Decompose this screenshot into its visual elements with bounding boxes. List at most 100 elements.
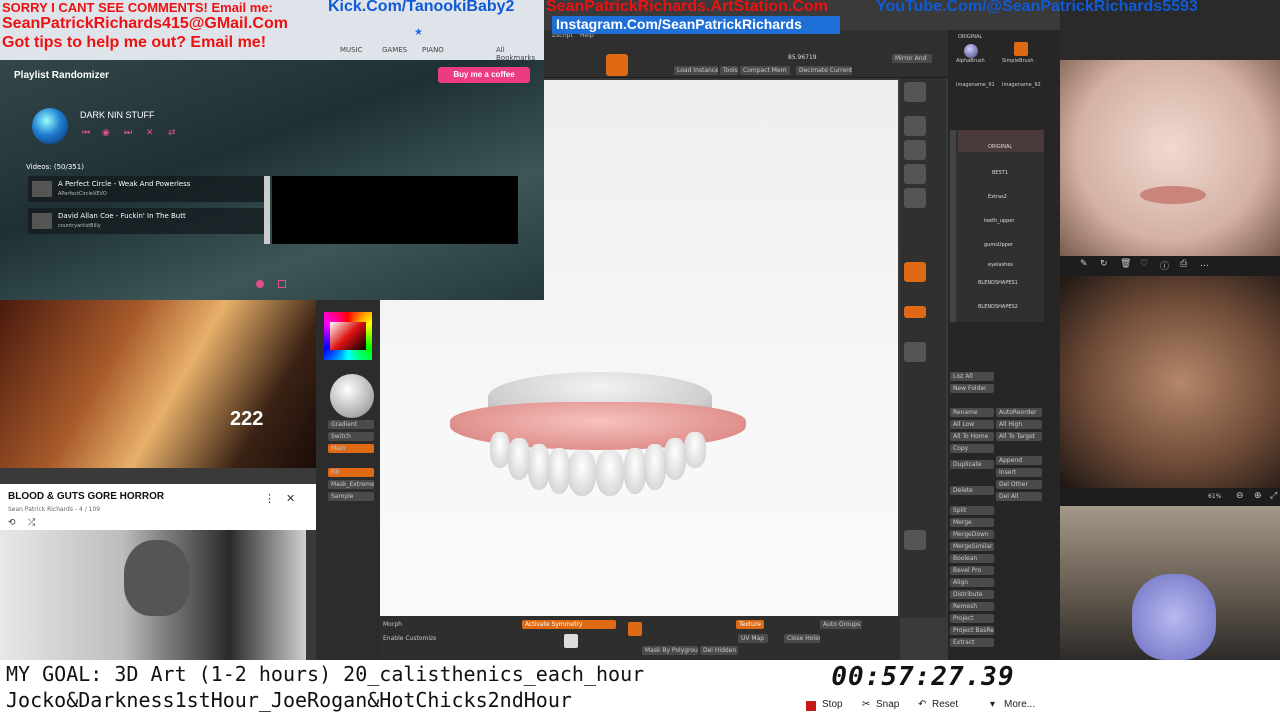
main-button[interactable]: Main	[328, 444, 374, 453]
mask-by-polygroups-button[interactable]: Mask By Polygroups	[642, 646, 698, 655]
project-basrelief-button[interactable]: Project BasRelief	[950, 626, 994, 635]
align-button[interactable]: Align	[950, 578, 994, 587]
bevel-pro-button[interactable]: Bevel Pro	[950, 566, 994, 575]
bpr-icon[interactable]	[904, 82, 926, 102]
bookmark-piano[interactable]: PIANO	[422, 46, 444, 54]
simple-brush-icon[interactable]	[1014, 42, 1028, 56]
split-button[interactable]: Split	[950, 506, 994, 515]
all-high-button[interactable]: All High	[996, 420, 1042, 429]
info-icon[interactable]: ⓘ	[1160, 259, 1169, 272]
load-instance-button[interactable]: Load Instance	[674, 66, 718, 75]
page-dot-active[interactable]	[256, 280, 264, 288]
duplicate-button[interactable]: Duplicate	[950, 460, 994, 469]
mask-extreme-button[interactable]: Mask_Extreme	[328, 480, 374, 489]
sample-button[interactable]: Sample	[328, 492, 374, 501]
activate-symmetry-button[interactable]: Activate Symmetry	[522, 620, 616, 629]
more-icon[interactable]: …	[1200, 259, 1209, 269]
bookmark-games[interactable]: GAMES	[382, 46, 407, 54]
scroll-icon[interactable]	[904, 116, 926, 136]
frame-icon[interactable]	[904, 262, 926, 282]
merge-similar-button[interactable]: MergeSimilar	[950, 542, 994, 551]
compact-mem-button[interactable]: Compact Mem	[740, 66, 790, 75]
heart-icon[interactable]: ♡	[1140, 259, 1148, 269]
delete-icon[interactable]: 🗑	[1120, 259, 1131, 269]
active-brush-icon[interactable]	[606, 54, 628, 76]
list-item[interactable]: A Perfect Circle - Weak And Powerless AP…	[28, 176, 264, 202]
list-item[interactable]: David Allan Coe - Fuckin' In The Butt co…	[28, 208, 264, 234]
fullscreen-icon[interactable]: ⤢	[1270, 491, 1277, 501]
append-button[interactable]: Append	[996, 456, 1042, 465]
more-chevron-icon[interactable]: ▾	[990, 699, 995, 715]
loop-icon[interactable]: ⟲	[8, 518, 16, 528]
del-all-button[interactable]: Del All	[996, 492, 1042, 501]
merge-button[interactable]: Merge	[950, 518, 994, 527]
subtool-item[interactable]: BLENDSHAPES1	[958, 280, 1044, 302]
reset-icon[interactable]: ↶	[918, 699, 926, 715]
copy-button[interactable]: Copy	[950, 444, 994, 453]
switch-button[interactable]: Switch	[328, 432, 374, 441]
rename-button[interactable]: Rename	[950, 408, 994, 417]
subtool-item[interactable]: gumsUpper	[958, 232, 1044, 254]
remesh-button[interactable]: Remesh	[950, 602, 994, 611]
zoom-out-icon[interactable]: ⊖	[1236, 491, 1244, 501]
stop-button[interactable]: Stop	[822, 699, 843, 715]
zoom-icon[interactable]	[904, 140, 926, 160]
subtool-scrollbar[interactable]	[950, 130, 956, 322]
boolean-button[interactable]: Boolean	[950, 554, 994, 563]
subtool-item[interactable]: eyelashes	[958, 256, 1044, 278]
edit-icon[interactable]: ✎	[1080, 259, 1088, 269]
next-icon[interactable]: ⏭	[124, 128, 132, 138]
zoom-in-icon[interactable]: ⊕	[1254, 491, 1262, 501]
shuffle-icon[interactable]: ⤮	[28, 518, 35, 528]
buy-coffee-button[interactable]: Buy me a coffee	[438, 67, 530, 83]
page-dot[interactable]	[278, 280, 286, 288]
transp-icon[interactable]	[904, 530, 926, 550]
snap-icon[interactable]: ✂	[862, 699, 870, 715]
uv-map-button[interactable]: UV Map	[738, 634, 768, 643]
repeat-icon[interactable]: ⇄	[168, 128, 176, 138]
merge-down-button[interactable]: MergeDown	[950, 530, 994, 539]
material-sphere-icon[interactable]	[330, 374, 374, 418]
aahalf-icon[interactable]	[904, 188, 926, 208]
all-to-home-button[interactable]: All To Home	[950, 432, 994, 441]
video-player[interactable]	[272, 176, 518, 244]
list-scrollbar[interactable]	[264, 176, 270, 244]
more-button[interactable]: More...	[1004, 699, 1035, 715]
tools-button[interactable]: Tools	[720, 66, 738, 75]
play-icon[interactable]: ◉	[102, 128, 110, 138]
decimate-current-button[interactable]: Decimate Current	[796, 66, 852, 75]
subtool-item[interactable]: Extras2	[958, 184, 1044, 206]
insert-button[interactable]: Insert	[996, 468, 1042, 477]
fill-button[interactable]: Fill	[328, 468, 374, 477]
gradient-button[interactable]: Gradient	[328, 420, 374, 429]
reset-button[interactable]: Reset	[932, 699, 958, 715]
music-video-panel[interactable]: 222	[0, 300, 316, 468]
close-holes-button[interactable]: Close Holes	[784, 634, 820, 643]
all-to-target-button[interactable]: All To Target	[996, 432, 1042, 441]
new-folder-button[interactable]: New Folder	[950, 384, 994, 393]
print-icon[interactable]: ⎙	[1180, 259, 1187, 269]
more-options-icon[interactable]: ⋮	[264, 492, 275, 505]
polyf-icon[interactable]	[904, 342, 926, 362]
subtool-item[interactable]: teeth_upper	[958, 208, 1044, 230]
bookmark-music[interactable]: MUSIC	[340, 46, 363, 54]
project-button[interactable]: Project	[950, 614, 994, 623]
actual-icon[interactable]	[904, 164, 926, 184]
delete-button[interactable]: Delete	[950, 486, 994, 495]
subtool-item[interactable]: BEST1	[958, 160, 1044, 182]
auto-groups-button[interactable]: Auto Groups	[820, 620, 862, 629]
extract-button[interactable]: Extract	[950, 638, 994, 647]
prev-icon[interactable]: ⏮	[82, 128, 90, 138]
close-icon[interactable]: ✕	[286, 492, 295, 505]
del-other-button[interactable]: Del Other	[996, 480, 1042, 489]
star-icon[interactable]: ★	[414, 28, 424, 38]
color-gradient-square[interactable]	[330, 322, 366, 350]
shuffle-icon[interactable]: ✕	[146, 128, 154, 138]
alpha-brush-icon[interactable]	[964, 44, 978, 58]
distribute-button[interactable]: Distribute	[950, 590, 994, 599]
mirror-and-weld-button[interactable]: Mirror And	[892, 54, 932, 63]
rotate-icon[interactable]: ↻	[1100, 259, 1108, 269]
xyz-button[interactable]	[904, 306, 926, 318]
grid-icon[interactable]	[628, 622, 642, 636]
list-all-button[interactable]: List All	[950, 372, 994, 381]
